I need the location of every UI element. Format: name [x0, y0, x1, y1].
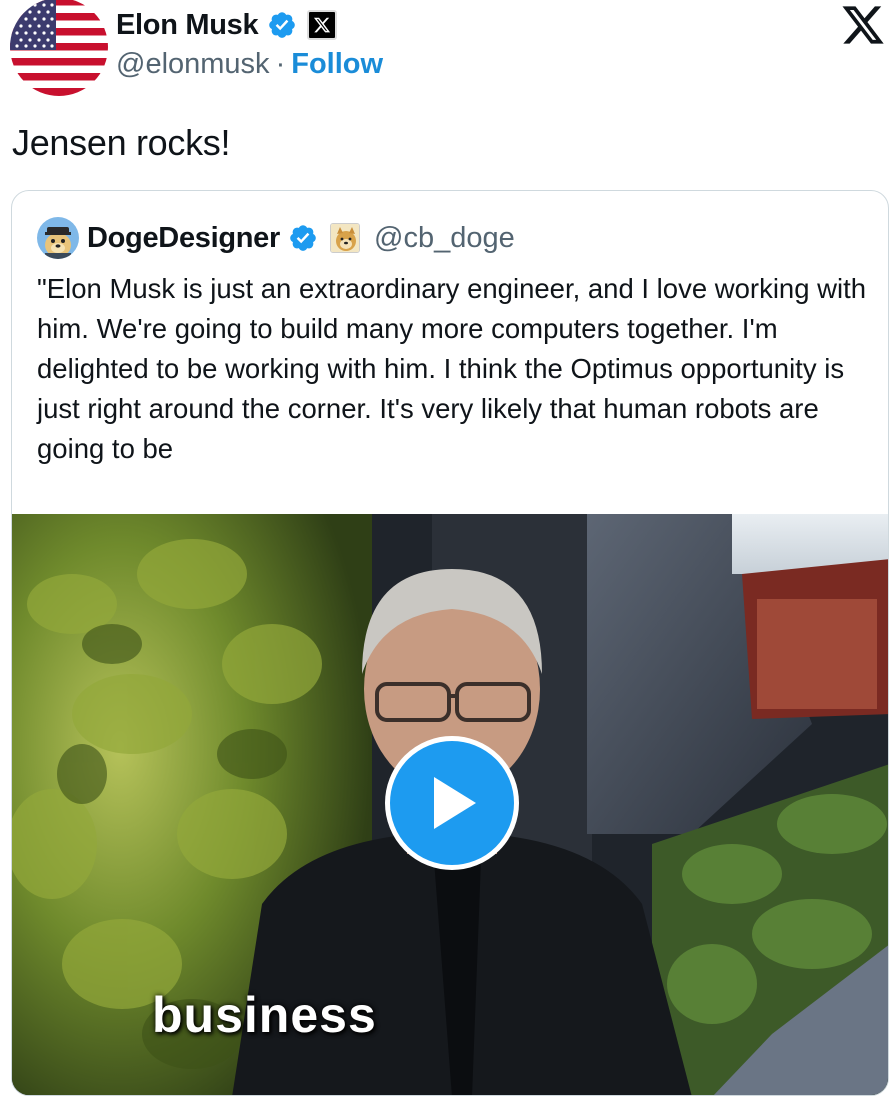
play-icon	[434, 777, 476, 829]
doge-badge-icon	[330, 223, 360, 253]
quoted-author-handle[interactable]: @cb_doge	[374, 222, 515, 255]
tweet-text: Jensen rocks!	[12, 122, 231, 163]
video-caption: business	[152, 987, 377, 1043]
us-flag-avatar-icon	[10, 0, 108, 96]
quoted-author-avatar[interactable]	[37, 217, 79, 259]
follow-button[interactable]: Follow	[291, 48, 383, 81]
doge-cartoon-avatar-icon	[37, 217, 79, 259]
author-name[interactable]: Elon Musk	[116, 9, 259, 42]
video-player[interactable]: business	[12, 514, 888, 1095]
author-avatar[interactable]	[10, 0, 108, 96]
x-logo-icon[interactable]	[840, 4, 886, 46]
quoted-tweet-header: DogeDesigner @cb_doge	[37, 215, 515, 261]
author-handle[interactable]: @elonmusk	[116, 48, 270, 81]
separator-dot: ·	[275, 48, 286, 80]
quoted-tweet-card[interactable]: DogeDesigner @cb_doge "Elon Musk is just…	[11, 190, 889, 1096]
play-button[interactable]	[385, 736, 519, 870]
quoted-author-name[interactable]: DogeDesigner	[87, 222, 280, 255]
x-affiliate-badge-icon	[307, 10, 338, 40]
quoted-tweet-text: "Elon Musk is just an extraordinary engi…	[37, 273, 867, 464]
tweet-author: Elon Musk @elonmusk · Follow	[116, 6, 383, 81]
verified-badge-icon	[290, 225, 316, 251]
author-name-row: Elon Musk	[116, 6, 383, 44]
author-handle-row: @elonmusk · Follow	[116, 48, 383, 81]
verified-badge-icon	[269, 12, 296, 38]
